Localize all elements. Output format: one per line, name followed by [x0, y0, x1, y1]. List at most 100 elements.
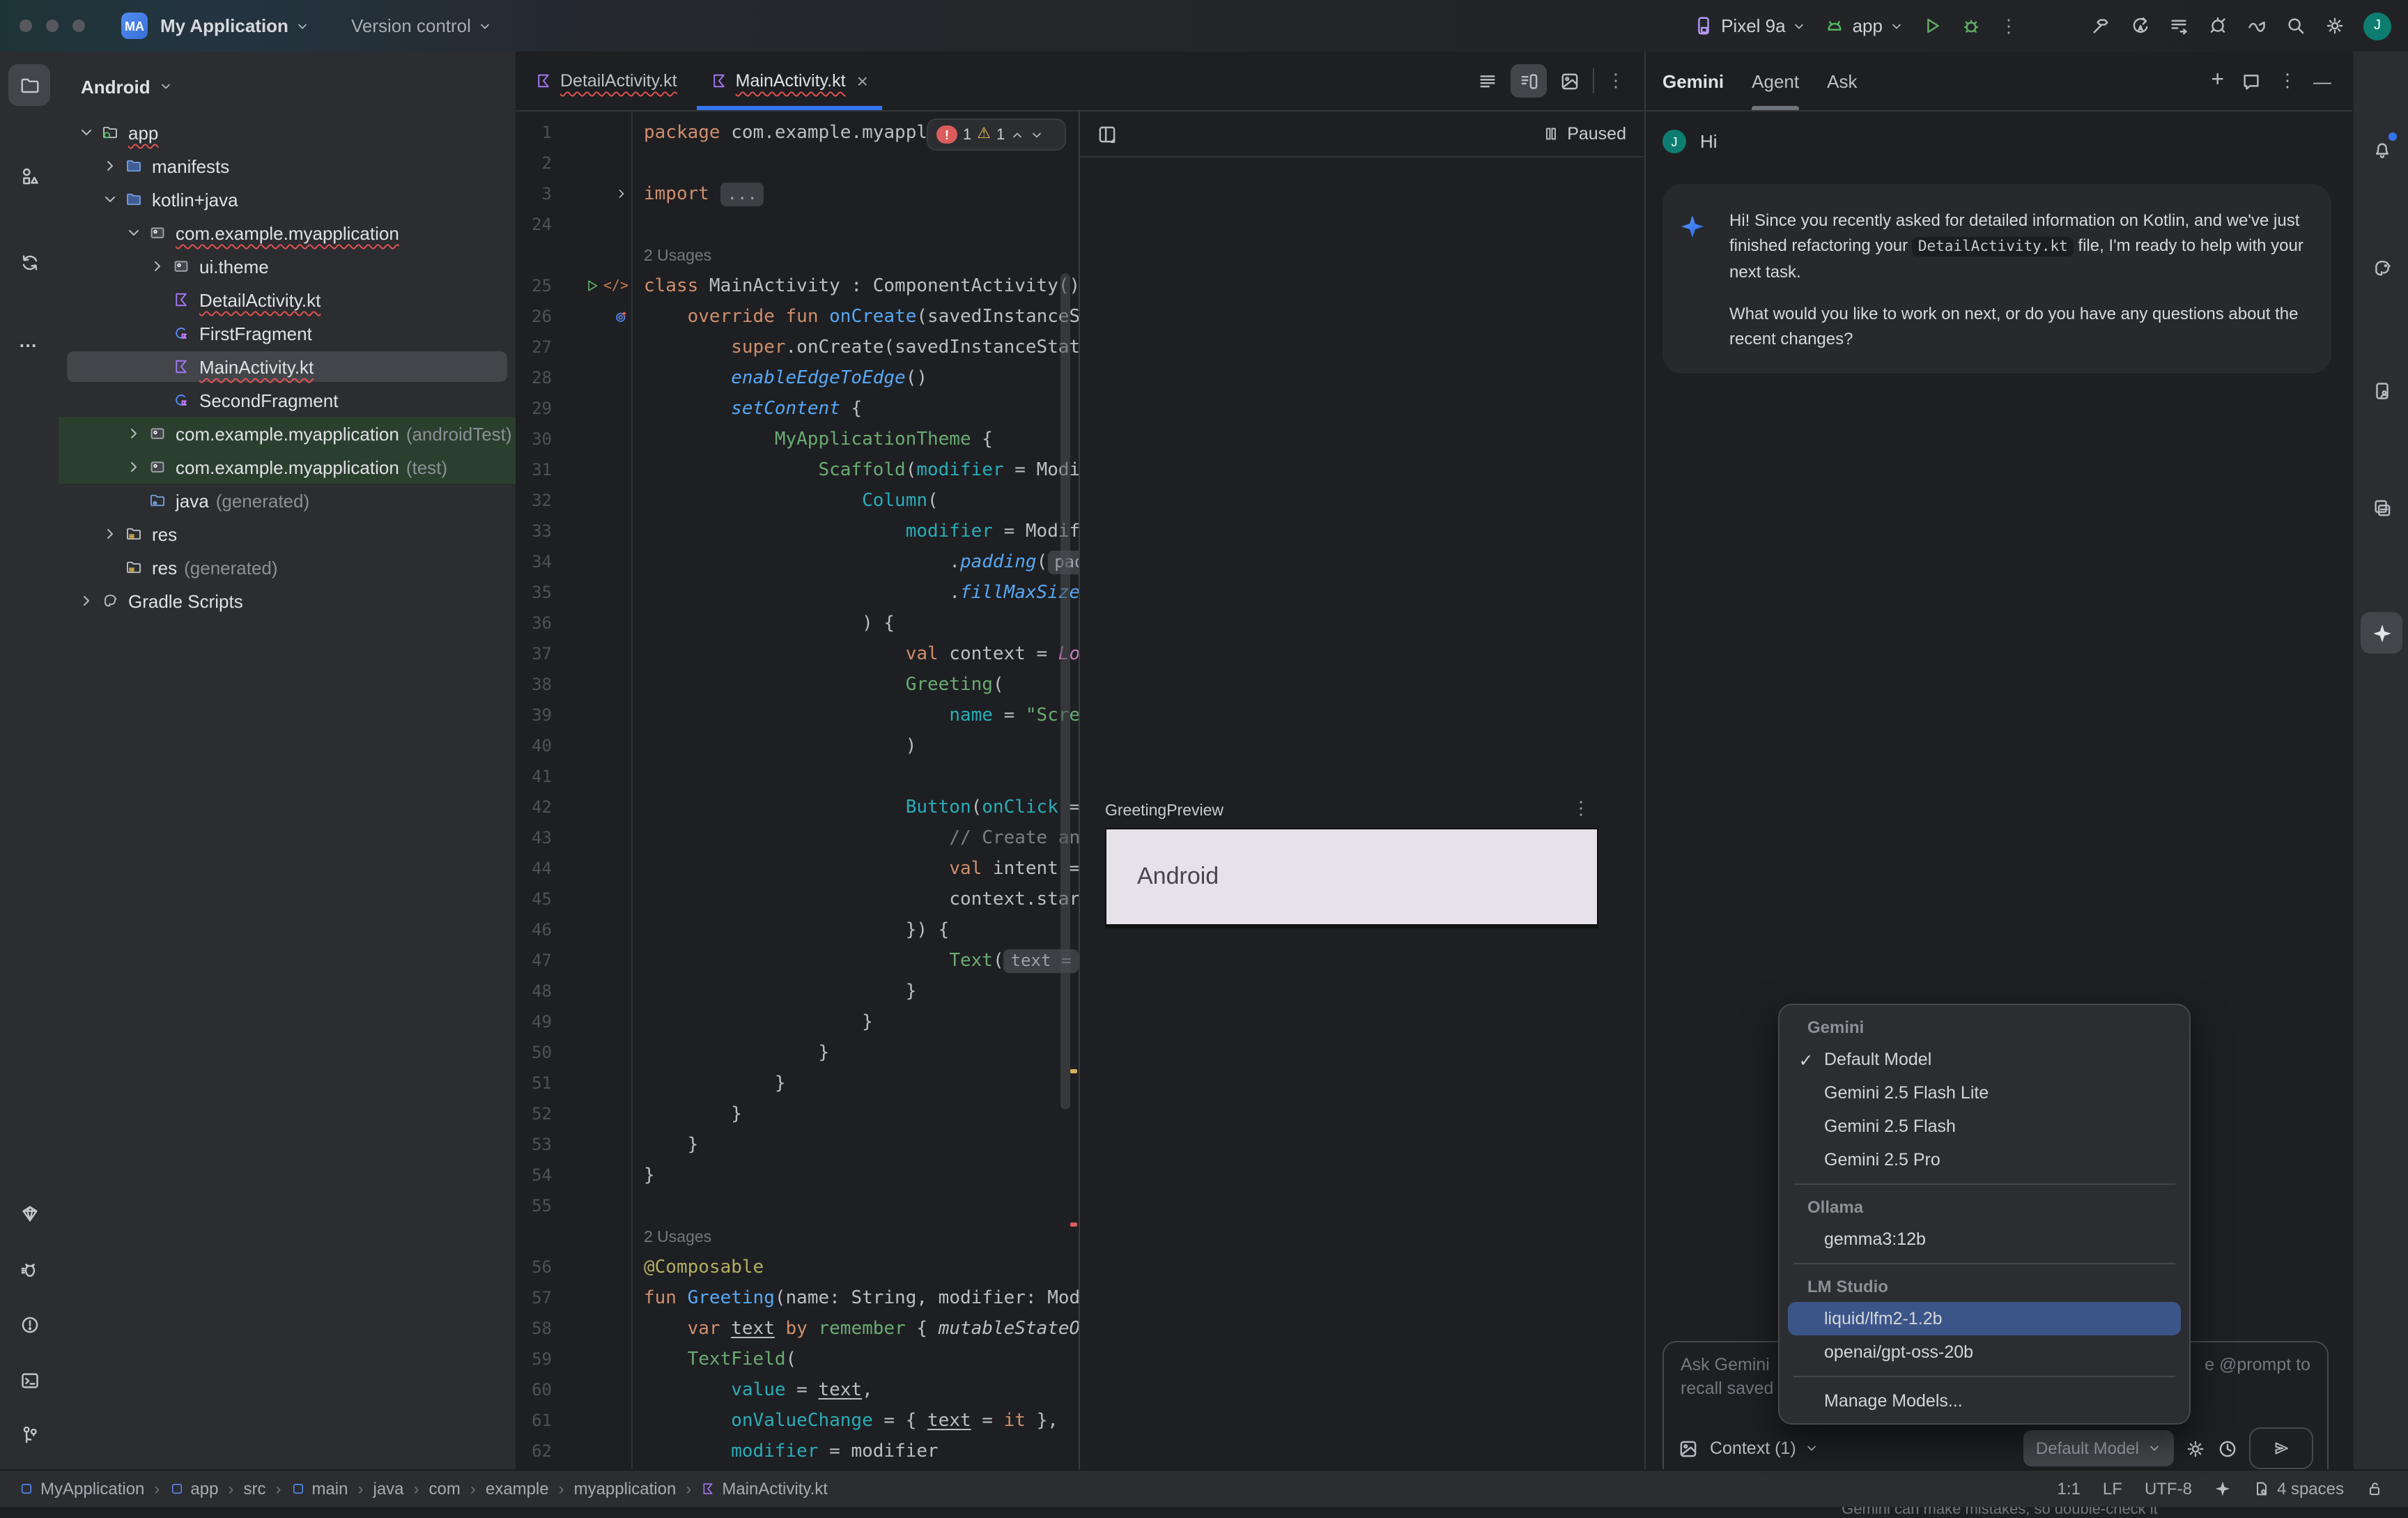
code-line-35[interactable]: 35 .fillMaxSize( [516, 577, 1079, 608]
close-window-icon[interactable] [20, 20, 32, 32]
tree-item-com-example-myapplication[interactable]: com.example.myapplication [59, 216, 516, 250]
context-selector[interactable]: Context (1) [1710, 1439, 1819, 1458]
code-line-58[interactable]: 58 var text by remember { mutableStateOf [516, 1313, 1079, 1344]
tree-item-res[interactable]: res [59, 517, 516, 551]
code-line-34[interactable]: 34 .padding(pad [516, 546, 1079, 577]
code-line-29[interactable]: 29 setContent { [516, 393, 1079, 424]
breadcrumb-item-com[interactable]: com [429, 1479, 461, 1498]
code-line-36[interactable]: 36 ) { [516, 608, 1079, 638]
logcat-tool-button[interactable] [8, 1250, 50, 1292]
code-line-3[interactable]: 3import ... [516, 178, 1079, 209]
code-line-54[interactable]: 54} [516, 1160, 1079, 1190]
project-tool-button[interactable] [8, 64, 50, 106]
attach-context-icon[interactable] [1678, 1438, 1699, 1459]
code-line-59[interactable]: 59 TextField( [516, 1344, 1079, 1374]
build-hammer-icon[interactable] [2090, 15, 2111, 36]
tree-chevron-icon[interactable] [123, 425, 145, 442]
tab-agent[interactable]: Agent [1752, 52, 1799, 110]
code-line-48[interactable]: 48 } [516, 976, 1079, 1006]
notifications-button[interactable] [2361, 128, 2402, 170]
editor-kebab-icon[interactable]: ⋮ [1607, 70, 1625, 92]
running-devices-button[interactable] [2361, 369, 2402, 411]
project-menu[interactable]: My Application [160, 15, 309, 36]
design-view-icon[interactable] [1559, 70, 1580, 91]
breadcrumb-item-src[interactable]: src [243, 1479, 265, 1498]
tree-chevron-icon[interactable] [99, 526, 121, 542]
indent-style[interactable]: 4 spaces [2253, 1479, 2344, 1498]
tree-chevron-icon[interactable] [123, 224, 145, 241]
code-line-45[interactable]: 45 context.start [516, 884, 1079, 914]
model-option-gemma3-12b[interactable]: gemma3:12b [1788, 1222, 2181, 1256]
resource-manager-tool-button[interactable] [8, 155, 50, 197]
file-encoding[interactable]: UTF-8 [2145, 1479, 2192, 1498]
problems-tool-button[interactable] [8, 1303, 50, 1345]
search-icon[interactable] [2285, 15, 2306, 36]
split-view-button[interactable] [1511, 64, 1547, 98]
tab-detailactivity[interactable]: DetailActivity.kt [521, 52, 691, 110]
terminal-tool-button[interactable] [8, 1359, 50, 1401]
tree-chevron-icon[interactable] [75, 592, 98, 609]
device-manager-icon[interactable] [2168, 15, 2189, 36]
run-config-selector[interactable]: app [1825, 15, 1904, 36]
tree-chevron-icon[interactable] [99, 191, 121, 208]
git-tool-button[interactable] [8, 1413, 50, 1455]
model-option-openai-gpt-oss-20b[interactable]: openai/gpt-oss-20b [1788, 1335, 2181, 1369]
gemini-status-spark-icon[interactable] [2214, 1480, 2231, 1497]
tree-item-app[interactable]: app [59, 116, 516, 149]
model-option-gemini-2-5-flash-lite[interactable]: Gemini 2.5 Flash Lite [1788, 1076, 2181, 1110]
code-view-icon[interactable] [1477, 70, 1498, 91]
code-line-56[interactable]: 56@Composable [516, 1252, 1079, 1282]
code-line-60[interactable]: 60 value = text, [516, 1374, 1079, 1405]
editor-scrollbar[interactable] [1060, 273, 1070, 1110]
vcs-menu[interactable]: Version control [351, 15, 492, 36]
tree-item-mainactivity-kt[interactable]: MainActivity.kt [59, 350, 516, 383]
gradle-sync-icon[interactable] [2246, 15, 2267, 36]
readonly-lock-icon[interactable] [2366, 1480, 2383, 1497]
new-chat-icon[interactable]: + [2211, 68, 2224, 93]
code-line-47[interactable]: 47 Text(text = "( [516, 945, 1079, 976]
tree-item-com-example-myapplication[interactable]: com.example.myapplication(androidTest) [59, 417, 516, 450]
code-line-41[interactable]: 41 [516, 761, 1079, 792]
code-line-33[interactable]: 33 modifier = Modifi [516, 516, 1079, 546]
model-option-default-model[interactable]: ✓Default Model [1788, 1043, 2181, 1076]
preview-render-card[interactable]: Android [1105, 828, 1598, 926]
code-editor[interactable]: 1package com.example.myappli23import ...… [516, 112, 1079, 1469]
manage-models-option[interactable]: Manage Models... [1788, 1384, 2181, 1418]
next-problem-icon[interactable] [1030, 128, 1044, 141]
model-option-gemini-2-5-pro[interactable]: Gemini 2.5 Pro [1788, 1143, 2181, 1176]
model-selector[interactable]: Default Model [2023, 1430, 2174, 1466]
breadcrumb-item-myapplication[interactable]: MyApplication [20, 1479, 144, 1498]
tree-item-firstfragment[interactable]: FirstFragment [59, 316, 516, 350]
tab-mainactivity[interactable]: MainActivity.kt × [697, 52, 882, 110]
code-line-52[interactable]: 52 } [516, 1098, 1079, 1129]
error-stripe-mark[interactable] [1070, 1222, 1077, 1227]
code-line-25[interactable]: 25</>class MainActivity : ComponentActiv… [516, 270, 1079, 301]
preview-layout-icon[interactable] [1097, 123, 1118, 144]
ai-actions-icon[interactable] [2129, 15, 2150, 36]
minimize-window-icon[interactable] [46, 20, 59, 32]
code-line-42[interactable]: 42 Button(onClick = [516, 792, 1079, 822]
code-line-44[interactable]: 44 val intent = [516, 853, 1079, 884]
override-method-icon[interactable] [615, 309, 628, 323]
code-line-55[interactable]: 55 [516, 1190, 1079, 1221]
breadcrumb-item-app[interactable]: app [169, 1479, 218, 1498]
prompt-settings-gear-icon[interactable] [2185, 1438, 2206, 1459]
gemini-kebab-icon[interactable]: ⋮ [2278, 70, 2297, 92]
model-option-gemini-2-5-flash[interactable]: Gemini 2.5 Flash [1788, 1110, 2181, 1143]
run-button[interactable] [1922, 15, 1943, 36]
breadcrumb-item-main[interactable]: main [291, 1479, 348, 1498]
code-line-31[interactable]: 31 Scaffold(modifier = Modif [516, 454, 1079, 485]
gradle-tool-button[interactable] [2361, 247, 2402, 289]
caret-position[interactable]: 1:1 [2058, 1479, 2081, 1498]
tab-ask[interactable]: Ask [1827, 52, 1857, 110]
code-line-40[interactable]: 40 ) [516, 730, 1079, 761]
device-selector[interactable]: Pixel 9a [1693, 15, 1807, 36]
code-line-43[interactable]: 43 // Create an [516, 822, 1079, 853]
tree-chevron-icon[interactable] [75, 124, 98, 141]
more-run-actions-icon[interactable]: ⋮ [2000, 15, 2018, 37]
tree-item-detailactivity-kt[interactable]: DetailActivity.kt [59, 283, 516, 316]
model-option-liquid-lfm2-1-2b[interactable]: liquid/lfm2-1.2b [1788, 1302, 2181, 1335]
hide-panel-icon[interactable]: — [2313, 70, 2331, 91]
code-line-2[interactable]: 2 [516, 148, 1079, 178]
breadcrumb-item-mainactivity-kt[interactable]: MainActivity.kt [701, 1479, 828, 1498]
